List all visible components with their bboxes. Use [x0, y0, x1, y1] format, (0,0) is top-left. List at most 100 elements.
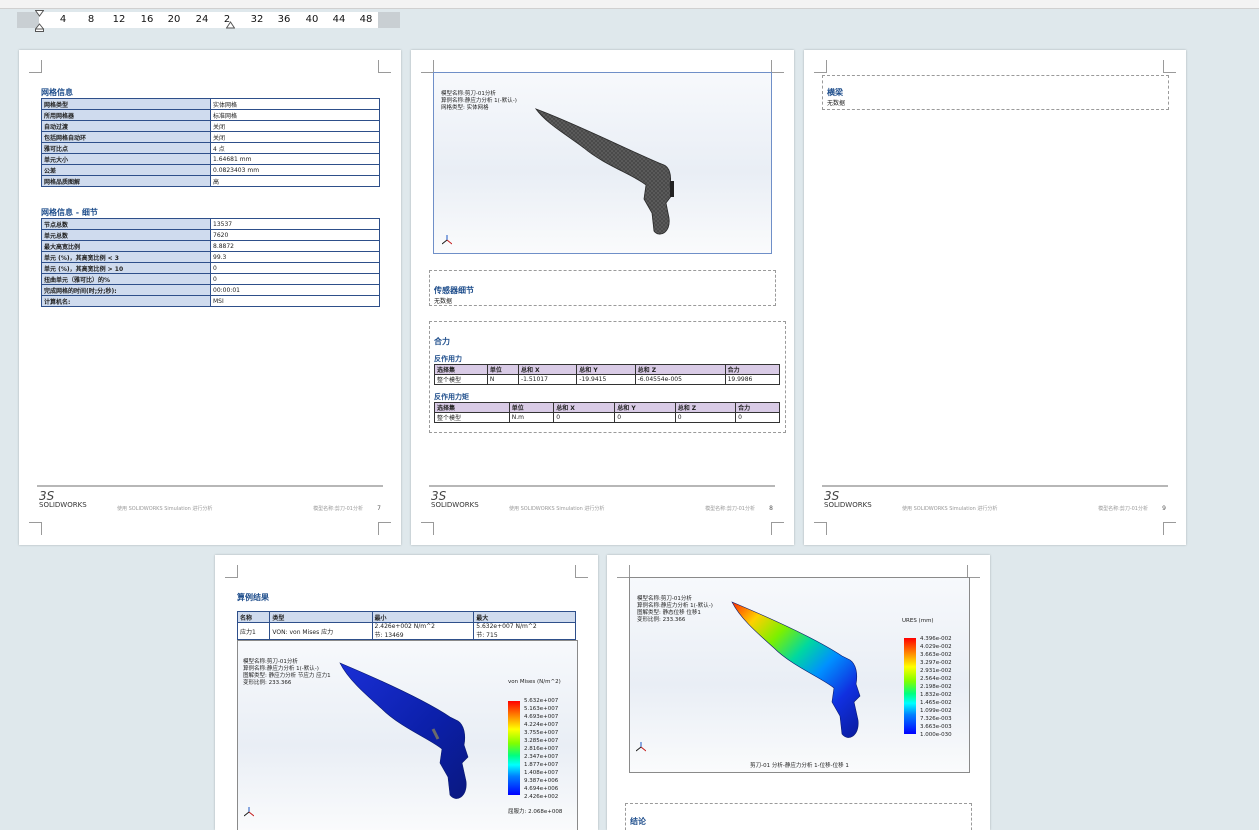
row-label: 完成网格的时间(时;分;秒): [41, 284, 211, 296]
image-metadata: 模型名称:剪刀-01分析 算例名称:静应力分析 1(-默认-) 图解类型: 静态… [637, 596, 713, 623]
table-row-cell: N [486, 374, 519, 385]
legend-value: 1.408e+007 [524, 770, 559, 776]
legend-value: 4.396e-002 [920, 636, 952, 642]
conclusion-section: 结论 [625, 803, 972, 830]
table-row: 最大高宽比例 8.8872 [41, 240, 380, 252]
ruler-tick: 48 [359, 14, 373, 25]
table-header-cell: 合力 [724, 364, 781, 375]
legend-value: 5.163e+007 [524, 706, 559, 712]
table-header-cell: 总和 Y [576, 364, 636, 375]
footer-text: 使用 SOLIDWORKS Simulation 进行分析 [117, 506, 213, 512]
row-value: MSI [210, 295, 380, 307]
legend-values: 5.632e+007 5.163e+007 4.693e+007 4.224e+007… [524, 697, 558, 801]
footer-text: 使用 SOLIDWORKS Simulation 进行分析 [902, 506, 998, 512]
legend-title: von Mises (N/m^2) [508, 679, 561, 685]
row-value: 标准网格 [210, 109, 380, 121]
solidworks-logo: 3S SOLIDWORKS [824, 489, 872, 509]
yield-label: 屈服力: 2.068e+008 [508, 809, 563, 815]
page-number: 8 [769, 505, 773, 512]
ruler-tick: 44 [332, 14, 346, 25]
footer-model: 模型名称:剪刀-01分析 [705, 506, 755, 512]
ruler-tick: 32 [250, 14, 264, 25]
legend-values: 4.396e-002 4.029e-002 3.663e-002 3.297e-002… [920, 635, 952, 739]
solidworks-logo: 3S SOLIDWORKS [39, 489, 87, 509]
displacement-plot-image[interactable]: 模型名称:剪刀-01分析 算例名称:静应力分析 1(-默认-) 图解类型: 静态… [629, 577, 970, 773]
row-label: 最大高宽比例 [41, 240, 211, 252]
legend-value: 3.285e+007 [524, 738, 559, 744]
mesh-image[interactable]: 模型名称:剪刀-01分析 算例名称:静应力分析 1(-默认-) 网格类型: 实体… [433, 72, 772, 254]
legend-value: 2.816e+007 [524, 746, 559, 752]
reaction-force-table: 选择集 单位 总和 X 总和 Y 总和 Z 合力 整个模型 N -1.51017 -19.941… [434, 364, 781, 385]
reaction-moment-title: 反作用力矩 [434, 393, 469, 401]
page-11: 模型名称:剪刀-01分析 算例名称:静应力分析 1(-默认-) 图解类型: 静态… [607, 555, 990, 830]
row-label: 包括网格自动环 [41, 131, 211, 143]
table-row: 雅可比点 4 点 [41, 142, 380, 154]
right-indent-marker-icon[interactable] [226, 10, 235, 32]
crop-mark [378, 60, 391, 73]
row-label: 扭曲单元（雅可比）的% [41, 273, 211, 285]
page-8: 模型名称:剪刀-01分析 算例名称:静应力分析 1(-默认-) 网格类型: 实体… [411, 50, 794, 545]
legend-value: 5.632e+007 [524, 698, 559, 704]
ruler-tick: 4 [59, 14, 67, 25]
table-row: 自动过渡 关闭 [41, 120, 380, 132]
footer-text: 使用 SOLIDWORKS Simulation 进行分析 [509, 506, 605, 512]
table-row: 网格类型 实体网格 [41, 98, 380, 110]
sensor-title: 传感器细节 [434, 286, 474, 295]
ruler-tick: 20 [167, 14, 181, 25]
ruler-tick: 16 [140, 14, 154, 25]
table-row-cell: -19.9415 [576, 374, 636, 385]
axis-triad-icon [244, 807, 254, 817]
indent-marker-icon[interactable] [35, 10, 44, 32]
table-row-cell: 0 [674, 412, 737, 423]
ruler-tick: 40 [305, 14, 319, 25]
table-header-cell: 选择集 [434, 364, 488, 375]
mesh-detail-title: 网格信息 - 细节 [41, 208, 98, 217]
image-metadata: 模型名称:剪刀-01分析 算例名称:静应力分析 1(-默认-) 网格类型: 实体… [441, 91, 517, 111]
table-header-cell: 最小 [371, 611, 475, 623]
legend-value: 4.694e+006 [524, 786, 559, 792]
axis-triad-icon [442, 235, 452, 245]
crop-mark [1163, 522, 1176, 535]
horizontal-ruler[interactable]: 4 8 12 16 20 24 2 32 36 40 44 48 [17, 10, 400, 32]
sensor-section: 传感器细节 无数据 [429, 270, 776, 306]
table-row-cell: N.m [508, 412, 555, 423]
crop-mark [771, 60, 784, 73]
page-7: 网格信息 网格类型 实体网格 所用网格器 标准网格 自动过渡 关闭 包括网格自动环 关闭 雅可比… [19, 50, 401, 545]
table-header: 选择集 单位 总和 X 总和 Y 总和 Z 合力 [434, 364, 781, 375]
window-top-edge [0, 0, 1259, 9]
force-title: 合力 [434, 337, 450, 346]
ruler-tick: 36 [277, 14, 291, 25]
stress-plot-image[interactable]: 模型名称:剪刀-01分析 算例名称:静应力分析 1(-默认-) 图解类型: 静应… [237, 640, 578, 830]
sensor-text: 无数据 [434, 298, 453, 305]
mesh-detail-table: 节点总数 13537 单元总数 7620 最大高宽比例 8.8872 单元 (%)，其高宽比… [41, 218, 380, 307]
legend-value: 4.224e+007 [524, 722, 559, 728]
crop-mark [771, 522, 784, 535]
scissor-blade-mesh [534, 108, 674, 235]
row-label: 单元大小 [41, 153, 211, 165]
row-label: 节点总数 [41, 218, 211, 230]
table-row-cell: VON: von Mises 应力 [269, 622, 373, 640]
table-row: 网格品质图解高 [41, 175, 380, 187]
legend-value: 4.693e+007 [524, 714, 559, 720]
page-footer: 3S SOLIDWORKS 使用 SOLIDWORKS Simulation 进行… [37, 485, 383, 515]
row-label: 计算机名: [41, 295, 211, 307]
row-value: 8.8872 [210, 240, 380, 252]
legend-color-bar [904, 638, 916, 734]
row-value: 0.0823403 mm [210, 164, 380, 176]
legend-color-bar [508, 701, 520, 795]
row-value: 0 [210, 262, 380, 274]
crop-mark [575, 565, 588, 578]
table-row: 公差 0.0823403 mm [41, 164, 380, 176]
row-value: 4 点 [210, 142, 380, 154]
crop-mark [29, 60, 42, 73]
table-header-cell: 类型 [269, 611, 373, 623]
beam-title: 横梁 [827, 88, 843, 97]
legend-value: 3.755e+007 [524, 730, 559, 736]
study-results-title: 算例结果 [237, 593, 269, 602]
legend-value: 2.426e+002 [524, 794, 559, 800]
row-value: 高 [210, 175, 380, 187]
page-footer: 3S SOLIDWORKS 使用 SOLIDWORKS Simulation 进行… [822, 485, 1168, 515]
mesh-info-table: 网格类型 实体网格 所用网格器 标准网格 自动过渡 关闭 包括网格自动环 关闭 雅可比点 4 点单… [41, 98, 380, 187]
mesh-info-title: 网格信息 [41, 88, 73, 97]
ruler-tick: 12 [112, 14, 126, 25]
